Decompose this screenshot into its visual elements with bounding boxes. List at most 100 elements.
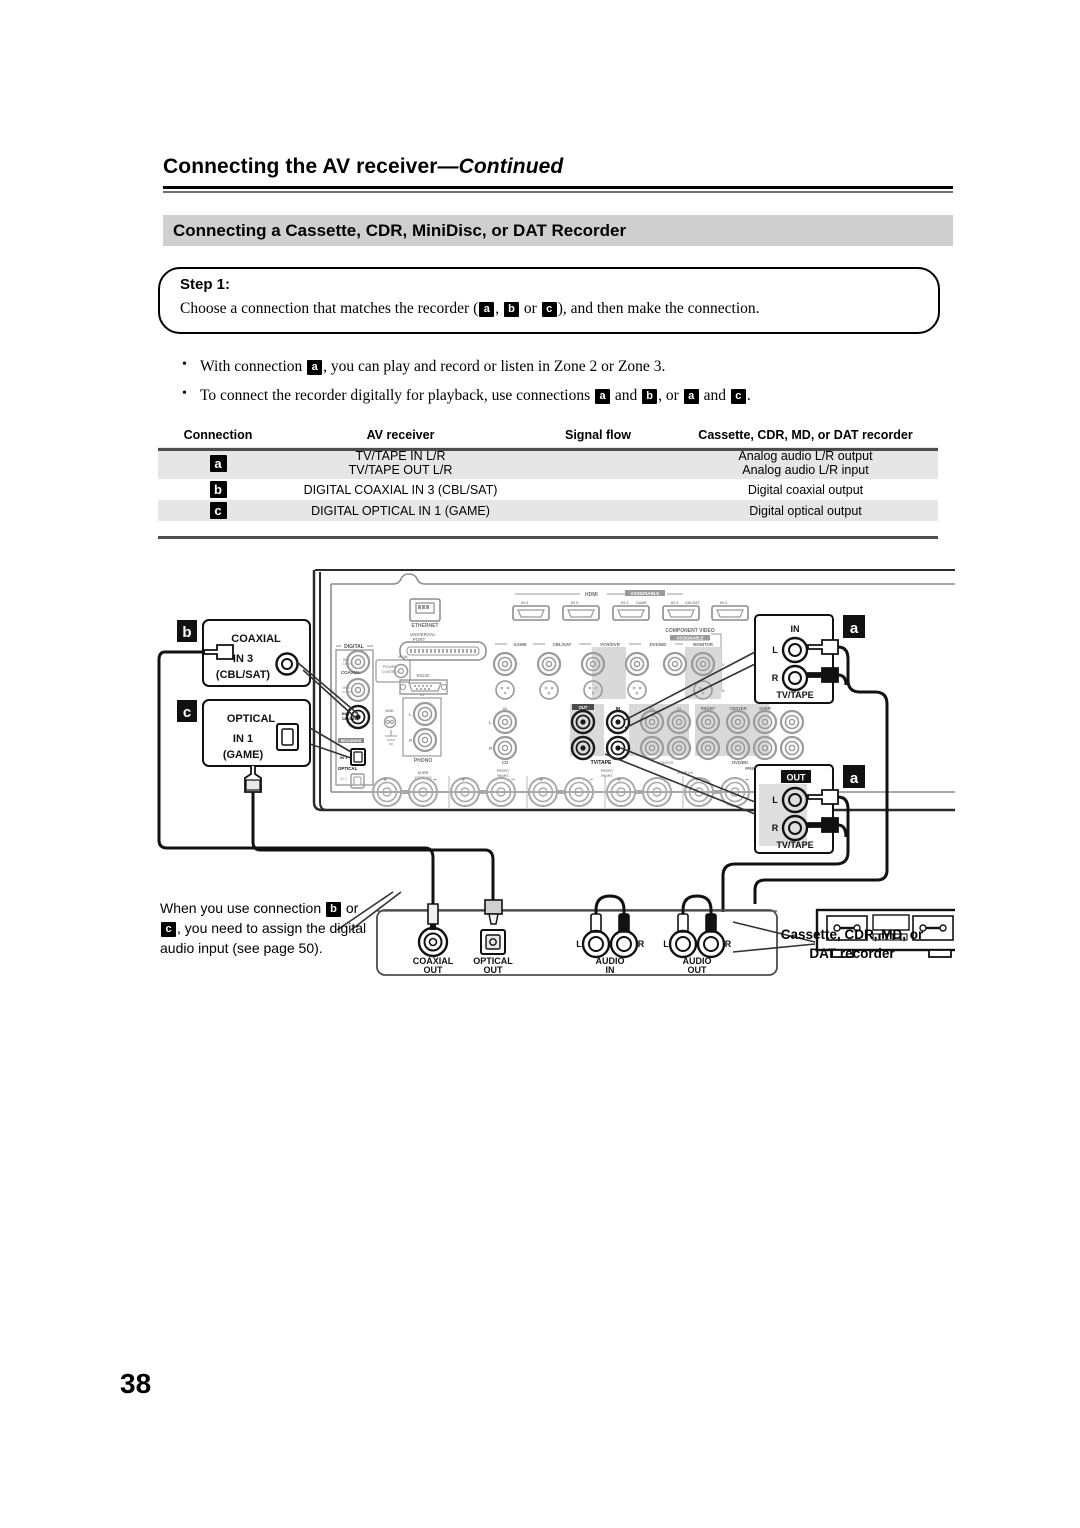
audio-in-jacks: L R AUDIO IN: [576, 894, 645, 975]
svg-text:VCR/DVR: VCR/DVR: [600, 642, 621, 647]
svg-text:−: −: [589, 777, 593, 784]
svg-text:c: c: [183, 704, 191, 721]
svg-text:(GAME): (GAME): [223, 749, 264, 761]
svg-text:V: V: [722, 662, 725, 667]
badge-a: a: [209, 454, 227, 472]
running-head: Connecting the AV receiver—Continued: [163, 155, 953, 179]
cell-av-line-1: TV/TAPE IN L/R: [355, 449, 446, 463]
table-header-row: Connection AV receiver Signal flow Casse…: [158, 425, 938, 447]
svg-text:GAME: GAME: [513, 642, 526, 647]
badge-c: c: [209, 502, 227, 519]
step-text-after: ), and then make the connection.: [557, 300, 760, 317]
step-sep-1: ,: [495, 300, 504, 317]
svg-text:L: L: [663, 939, 669, 949]
step-text: Choose a connection that matches the rec…: [180, 300, 760, 318]
svg-text:COAXIAL: COAXIAL: [231, 633, 281, 645]
svg-text:CONTROL: CONTROL: [382, 670, 401, 674]
svg-text:FRONT: FRONT: [497, 769, 510, 773]
badge-a: a: [307, 360, 323, 375]
cell-connection: c: [158, 500, 278, 521]
svg-text:R: R: [638, 939, 645, 949]
bullet-list: With connection a, you can play and reco…: [176, 357, 936, 416]
badge-a: a: [683, 389, 699, 404]
audio-out-jacks: L R AUDIO OUT: [663, 894, 732, 975]
cell-connection: b: [158, 479, 278, 500]
svg-text:OUT: OUT: [424, 965, 444, 975]
svg-text:CD: CD: [502, 760, 508, 765]
svg-text:+: +: [539, 777, 543, 784]
page-number: 38: [120, 1368, 152, 1399]
bullet-2-text-2: and: [611, 387, 642, 404]
bullet-item-2: To connect the recorder digitally for pl…: [176, 386, 936, 405]
svg-text:IN 3: IN 3: [233, 653, 253, 665]
badge-a: a: [479, 302, 495, 317]
svg-text:SURR: SURR: [418, 771, 429, 775]
step-text-before: Choose a connection that matches the rec…: [180, 300, 479, 317]
svg-text:GAME: GAME: [342, 662, 351, 666]
bullet-2-text-3: , or: [658, 387, 683, 404]
cell-signal-flow: [523, 500, 673, 521]
svg-text:L: L: [772, 645, 778, 655]
svg-text:IR IN: IR IN: [398, 654, 407, 659]
svg-text:+: +: [461, 777, 465, 784]
cell-recorder: Digital coaxial output: [747, 482, 864, 497]
svg-text:R: R: [772, 823, 779, 833]
svg-text:DVD/BD: DVD/BD: [732, 760, 748, 765]
svg-text:IN 2: IN 2: [340, 777, 347, 781]
svg-text:IN 1: IN 1: [233, 733, 253, 745]
svg-text:IN 6: IN 6: [521, 600, 529, 605]
svg-text:TV/TAPE: TV/TAPE: [591, 760, 612, 766]
svg-text:CBL/SAT: CBL/SAT: [685, 601, 700, 605]
cell-av-receiver: DIGITAL OPTICAL IN 1 (GAME): [311, 503, 490, 518]
bullet-2-text-1: To connect the recorder digitally for pl…: [200, 387, 595, 404]
running-head-main: Connecting the AV receiver: [163, 155, 438, 178]
svg-text:R: R: [772, 673, 779, 683]
running-head-continued: —Continued: [437, 155, 564, 178]
cell-recorder: Analog audio L/R output Analog audio L/R …: [673, 447, 938, 479]
col-header-recorder: Cassette, CDR, MD, or DAT recorder: [698, 428, 913, 442]
svg-text:IN 5: IN 5: [571, 600, 579, 605]
section-title: Connecting a Cassette, CDR, MiniDisc, or…: [173, 221, 627, 240]
svg-text:−: −: [433, 777, 437, 784]
badge-c: c: [541, 302, 557, 317]
svg-text:OPTICAL: OPTICAL: [338, 766, 358, 771]
manual-page: Connecting the AV receiver—Continued Con…: [0, 0, 1080, 1528]
svg-text:TV/TAPE: TV/TAPE: [776, 840, 813, 850]
table-row: a TV/TAPE IN L/R TV/TAPE OUT L/R Analog a…: [158, 447, 938, 479]
svg-text:L: L: [772, 795, 778, 805]
badge-b: b: [326, 902, 341, 917]
cell-av-line-2: TV/TAPE OUT L/R: [348, 463, 453, 477]
callout-optical-in1: OPTICAL IN 1 (GAME) c: [177, 699, 352, 842]
svg-text:RS232: RS232: [417, 673, 430, 678]
note-text-3: , you need to assign the digital audio i…: [160, 920, 367, 956]
table-row: b DIGITAL COAXIAL IN 3 (CBL/SAT) Digital…: [158, 479, 938, 500]
connection-table: Connection AV receiver Signal flow Casse…: [158, 425, 938, 521]
cell-rec-line-1: Analog audio L/R output: [738, 449, 873, 463]
step-box: Step 1: Choose a connection that matches…: [158, 267, 940, 334]
svg-text:ASSIGNABLE: ASSIGNABLE: [631, 591, 660, 596]
cell-recorder: Digital optical output: [749, 503, 862, 518]
svg-text:a: a: [850, 620, 859, 637]
svg-text:GND: GND: [385, 708, 394, 713]
audio-terminal-row: IN OUT IN IN IN FRONT CENTER SURR L R CD…: [415, 704, 805, 780]
bullet-1-text-2: , you can play and record or listen in Z…: [323, 358, 666, 375]
col-header-av-receiver: AV receiver: [366, 428, 435, 442]
svg-text:R: R: [725, 939, 732, 949]
cell-av-receiver: DIGITAL COAXIAL IN 3 (CBL/SAT): [303, 482, 498, 497]
svg-text:L: L: [409, 712, 412, 717]
col-header-connection: Connection: [183, 428, 253, 442]
coaxial-out-jack: COAXIAL OUT: [413, 903, 454, 975]
cell-signal-flow: [523, 447, 673, 479]
cell-signal-flow: [523, 479, 673, 500]
svg-text:HDMI: HDMI: [585, 592, 598, 598]
step-label: Step 1:: [180, 276, 231, 293]
svg-text:R: R: [409, 738, 413, 743]
network-ports-block: ETHERNET UNIVERSAL PORT POWER CONTROL IR…: [375, 598, 487, 695]
svg-text:OUT: OUT: [484, 965, 504, 975]
svg-text:OUT: OUT: [579, 705, 588, 710]
svg-text:FRONT: FRONT: [601, 769, 614, 773]
badge-b: b: [642, 389, 658, 404]
bullet-2-text-5: .: [746, 387, 751, 404]
svg-text:b: b: [182, 624, 191, 641]
svg-text:IN 4: IN 4: [621, 600, 629, 605]
